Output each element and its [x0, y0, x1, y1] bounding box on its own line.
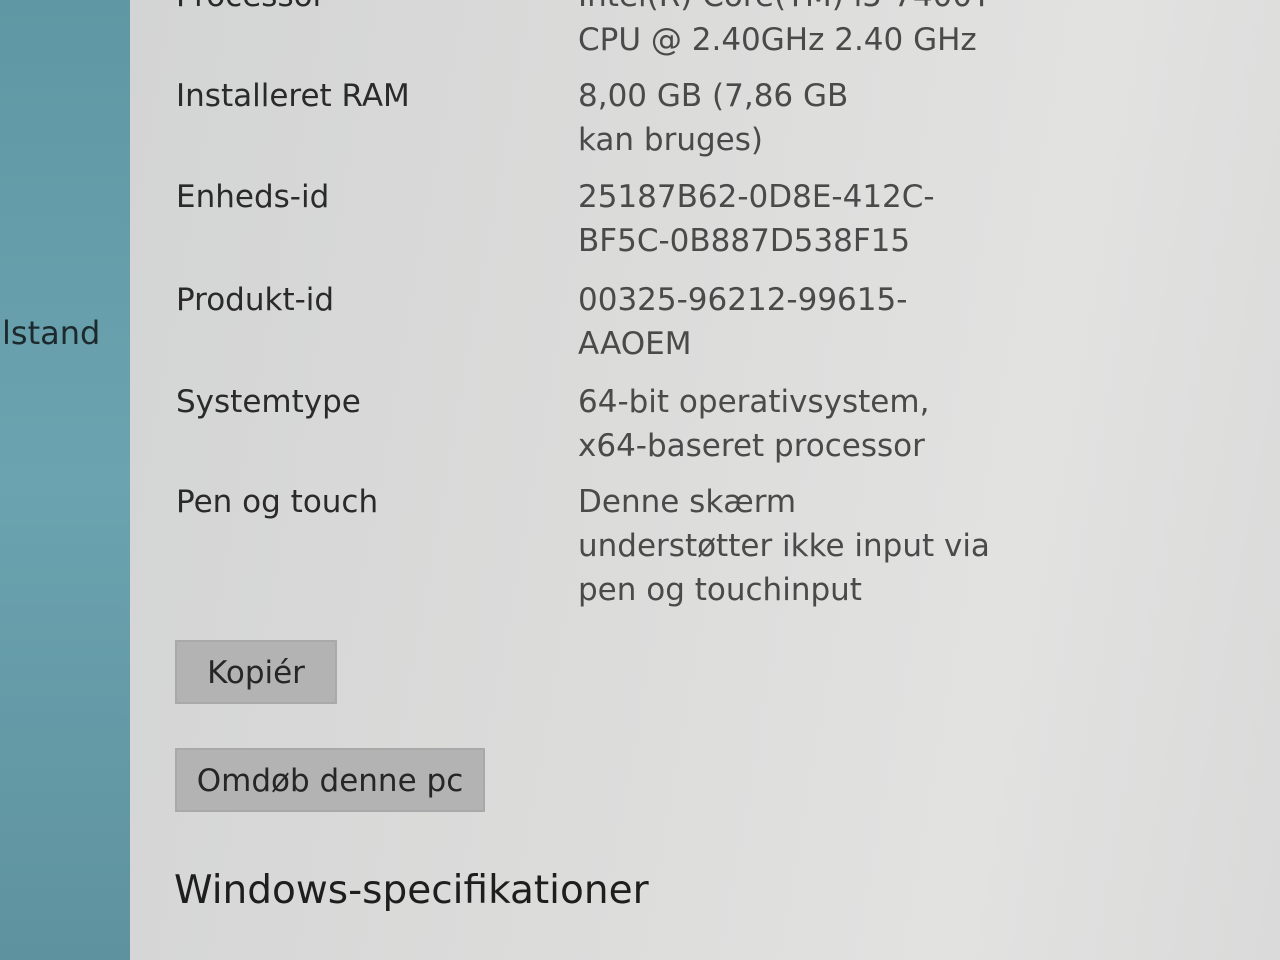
spec-value: 8,00 GB (7,86 GB kan bruges) [578, 78, 849, 158]
spec-value: 64-bit operativsystem, x64-baseret proce… [578, 384, 930, 464]
copy-button[interactable]: Kopiér [175, 640, 337, 704]
spec-value: 25187B62-0D8E-412C-BF5C-0B887D538F15 [578, 179, 935, 259]
windows-specs-heading: Windows-specifikationer [174, 868, 649, 913]
about-device-panel: Processor Intel(R) Core(TM) i5-7400T CPU… [130, 0, 1280, 960]
spec-label: Enheds-id [176, 179, 330, 215]
spec-value: 00325-96212-99615-AAOEM [578, 282, 908, 362]
spec-value: Intel(R) Core(TM) i5-7400T CPU @ 2.40GHz… [578, 0, 991, 58]
spec-label: Systemtype [176, 384, 361, 420]
spec-label: Produkt-id [176, 282, 335, 318]
sidebar-item-label[interactable]: lstand [2, 314, 100, 352]
spec-label: Processor [176, 0, 325, 18]
spec-value: Denne skærm understøtter ikke input via … [578, 484, 990, 608]
spec-label: Pen og touch [176, 484, 379, 520]
settings-sidebar: lstand [0, 0, 130, 960]
spec-label: Installeret RAM [176, 78, 410, 114]
rename-pc-button[interactable]: Omdøb denne pc [175, 748, 485, 812]
